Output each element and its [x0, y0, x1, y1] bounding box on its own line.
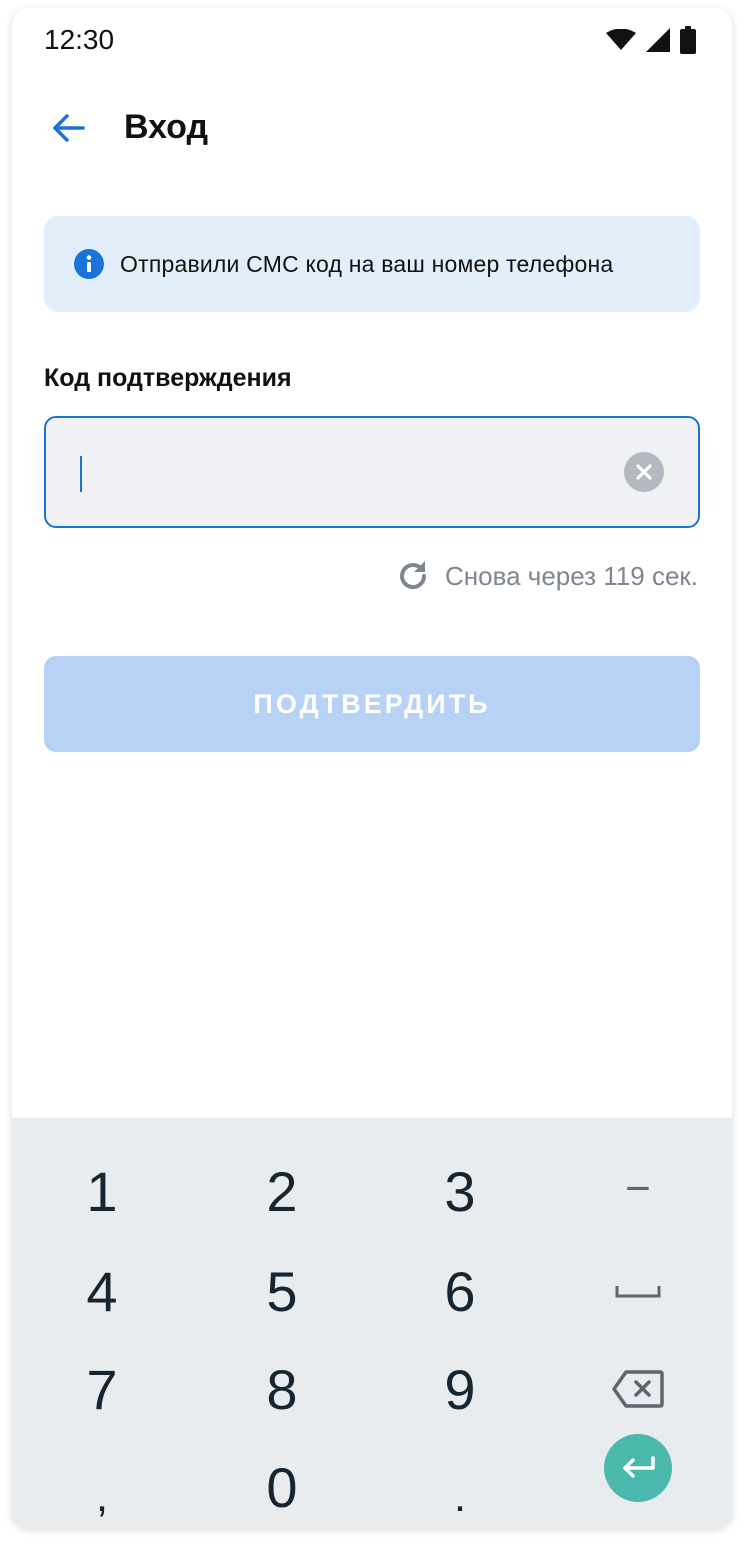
- info-icon: [74, 249, 104, 279]
- close-icon: [636, 464, 652, 480]
- key-0[interactable]: 0: [192, 1438, 372, 1528]
- key-5[interactable]: 5: [192, 1242, 372, 1340]
- status-bar: 12:30: [12, 8, 732, 72]
- key-minus[interactable]: −: [548, 1140, 728, 1238]
- back-button[interactable]: [40, 106, 96, 150]
- enter-key[interactable]: [604, 1434, 672, 1502]
- signal-icon: [646, 28, 670, 52]
- clear-input-button[interactable]: [624, 452, 664, 492]
- key-comma[interactable]: ,: [12, 1448, 192, 1528]
- info-banner: Отправили СМС код на ваш номер телефона: [44, 216, 700, 312]
- key-1[interactable]: 1: [12, 1142, 192, 1240]
- refresh-icon: [400, 561, 426, 590]
- space-icon: [615, 1286, 661, 1298]
- backspace-icon: [612, 1370, 664, 1408]
- status-icons: [606, 26, 696, 54]
- arrow-left-icon: [53, 114, 85, 142]
- key-2[interactable]: 2: [192, 1142, 372, 1240]
- page-title: Вход: [124, 108, 209, 146]
- confirm-button-label: ПОДТВЕРДИТЬ: [253, 688, 491, 719]
- key-period[interactable]: .: [370, 1448, 550, 1528]
- key-3[interactable]: 3: [370, 1142, 550, 1240]
- phone-screen: 12:30 Вход Отправили СМС код на ваш номе…: [12, 8, 732, 1528]
- text-cursor: [80, 456, 82, 492]
- key-space[interactable]: [548, 1242, 728, 1340]
- code-field-label: Код подтверждения: [44, 364, 292, 392]
- key-backspace[interactable]: [548, 1340, 728, 1438]
- app-bar: Вход: [12, 88, 732, 168]
- wifi-icon: [606, 29, 636, 50]
- enter-icon: [623, 1456, 655, 1478]
- key-9[interactable]: 9: [370, 1340, 550, 1438]
- key-7[interactable]: 7: [12, 1340, 192, 1438]
- info-message: Отправили СМС код на ваш номер телефона: [120, 250, 614, 277]
- numeric-keyboard: 1 2 3 − 4 5 6 7 8 9 , 0 .: [12, 1118, 732, 1528]
- resend-code-timer[interactable]: Снова через 119 сек.: [395, 558, 698, 594]
- battery-icon: [680, 26, 696, 54]
- key-4[interactable]: 4: [12, 1242, 192, 1340]
- key-6[interactable]: 6: [370, 1242, 550, 1340]
- resend-text: Снова через 119 сек.: [444, 560, 698, 591]
- code-input[interactable]: [44, 416, 700, 528]
- confirm-button[interactable]: ПОДТВЕРДИТЬ: [44, 656, 700, 752]
- status-time: 12:30: [44, 24, 115, 55]
- key-8[interactable]: 8: [192, 1340, 372, 1438]
